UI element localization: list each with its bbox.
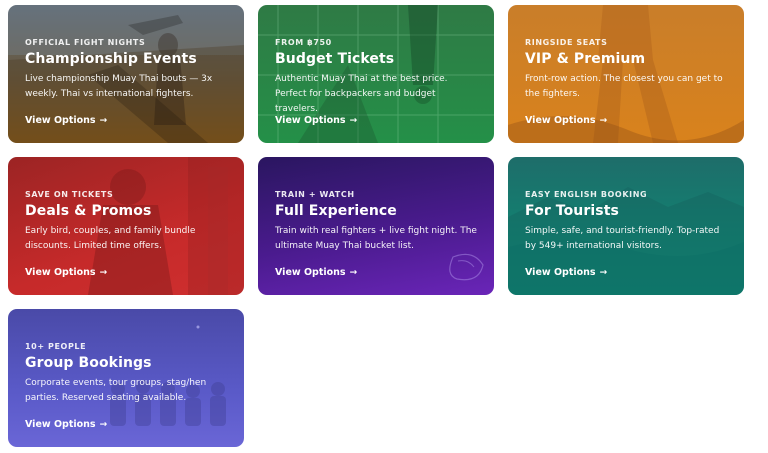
- view-options-label: View Options: [25, 267, 96, 278]
- view-options-link[interactable]: View Options →: [25, 267, 107, 278]
- arrow-right-icon: →: [99, 419, 108, 430]
- card-kicker: EASY ENGLISH BOOKING: [525, 190, 648, 199]
- view-options-link[interactable]: View Options →: [525, 115, 607, 126]
- arrow-right-icon: →: [349, 115, 358, 126]
- ticket-category-grid: OFFICIAL FIGHT NIGHTS Championship Event…: [0, 0, 768, 453]
- view-options-label: View Options: [25, 115, 96, 126]
- arrow-right-icon: →: [99, 115, 108, 126]
- view-options-label: View Options: [275, 115, 346, 126]
- card-title: Full Experience: [275, 203, 397, 219]
- card-kicker: OFFICIAL FIGHT NIGHTS: [25, 38, 146, 47]
- card-title: For Tourists: [525, 203, 619, 219]
- card-description: Authentic Muay Thai at the best price. Pe…: [275, 74, 448, 114]
- card-title: Championship Events: [25, 51, 197, 67]
- view-options-link[interactable]: View Options →: [25, 419, 107, 430]
- arrow-right-icon: →: [349, 267, 358, 278]
- view-options-label: View Options: [525, 267, 596, 278]
- view-options-label: View Options: [275, 267, 346, 278]
- card-kicker: SAVE ON TICKETS: [25, 190, 114, 199]
- card-title: Deals & Promos: [25, 203, 152, 219]
- card-kicker: FROM ฿750: [275, 38, 332, 47]
- view-options-link[interactable]: View Options →: [275, 115, 357, 126]
- card-title: VIP & Premium: [525, 51, 646, 67]
- card-deals-promos[interactable]: SAVE ON TICKETS Deals & Promos Early bir…: [8, 157, 244, 295]
- arrow-right-icon: →: [599, 267, 608, 278]
- card-description: Early bird, couples, and family bundle di…: [25, 226, 196, 251]
- view-options-link[interactable]: View Options →: [525, 267, 607, 278]
- card-kicker: TRAIN + WATCH: [275, 190, 355, 199]
- card-description: Train with real fighters + live fight ni…: [275, 226, 477, 251]
- card-description: Simple, safe, and tourist-friendly. Top-…: [525, 226, 720, 251]
- card-description: Front-row action. The closest you can ge…: [525, 74, 723, 99]
- view-options-link[interactable]: View Options →: [25, 115, 107, 126]
- arrow-right-icon: →: [99, 267, 108, 278]
- card-budget-tickets[interactable]: FROM ฿750 Budget Tickets Authentic Muay …: [258, 5, 494, 143]
- card-vip-premium[interactable]: RINGSIDE SEATS VIP & Premium Front-row a…: [508, 5, 744, 143]
- card-title: Group Bookings: [25, 355, 152, 371]
- view-options-link[interactable]: View Options →: [275, 267, 357, 278]
- card-full-experience[interactable]: TRAIN + WATCH Full Experience Train with…: [258, 157, 494, 295]
- card-kicker: 10+ PEOPLE: [25, 342, 87, 351]
- arrow-right-icon: →: [599, 115, 608, 126]
- card-championship-events[interactable]: OFFICIAL FIGHT NIGHTS Championship Event…: [8, 5, 244, 143]
- card-for-tourists[interactable]: EASY ENGLISH BOOKING For Tourists Simple…: [508, 157, 744, 295]
- card-description: Corporate events, tour groups, stag/hen p…: [25, 378, 207, 403]
- card-group-bookings[interactable]: 10+ PEOPLE Group Bookings Corporate even…: [8, 309, 244, 447]
- view-options-label: View Options: [25, 419, 96, 430]
- card-kicker: RINGSIDE SEATS: [525, 38, 608, 47]
- card-title: Budget Tickets: [275, 51, 395, 67]
- card-description: Live championship Muay Thai bouts — 3x we…: [25, 74, 213, 99]
- view-options-label: View Options: [525, 115, 596, 126]
